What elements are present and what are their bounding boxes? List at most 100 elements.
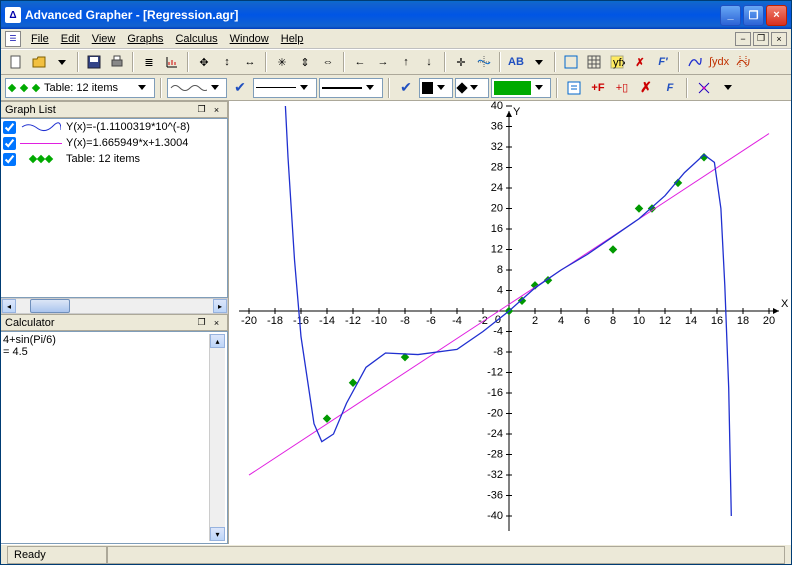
menu-help[interactable]: Help [275, 31, 310, 47]
checkmark-blue-icon[interactable]: ✔ [229, 77, 251, 99]
text-label-icon[interactable]: AB [505, 51, 527, 73]
list-item: Y(x)=1.665949*x+1.3004 [1, 135, 227, 151]
graph-list-hscroll[interactable]: ◂ ▸ [1, 298, 228, 314]
document-icon: ☰ [5, 31, 21, 47]
maximize-button[interactable]: ❐ [743, 5, 764, 26]
minimize-button[interactable]: _ [720, 5, 741, 26]
properties-icon[interactable] [563, 77, 585, 99]
graph-item-label: Table: 12 items [66, 153, 140, 165]
arrow-left-icon[interactable]: ← [349, 51, 371, 73]
function-yellow-icon[interactable]: yfx [606, 51, 628, 73]
zoom-center-icon[interactable]: ✳ [271, 51, 293, 73]
svg-text:-28: -28 [487, 449, 503, 461]
menu-edit[interactable]: Edit [55, 31, 86, 47]
svg-text:-16: -16 [487, 387, 503, 399]
svg-text:14: 14 [685, 315, 697, 327]
print-button[interactable] [106, 51, 128, 73]
menu-view[interactable]: View [86, 31, 122, 47]
dup-func-icon[interactable]: +▯ [611, 77, 633, 99]
scroll-up-icon[interactable]: ▴ [210, 334, 225, 348]
arrow-down-icon[interactable]: ↓ [418, 51, 440, 73]
marker-color-combo[interactable] [491, 78, 551, 98]
intersect-icon[interactable] [693, 77, 715, 99]
scroll-thumb[interactable] [30, 299, 70, 313]
graph-item-checkbox[interactable] [3, 121, 16, 134]
svg-text:Y: Y [513, 106, 521, 118]
axes-icon[interactable] [161, 51, 183, 73]
svg-text:-20: -20 [487, 408, 503, 420]
svg-text:2: 2 [532, 315, 538, 327]
save-button[interactable] [83, 51, 105, 73]
zoom-h-icon[interactable]: ⇔ [317, 51, 339, 73]
resize-h-icon[interactable]: ↔ [239, 51, 261, 73]
derivative-icon[interactable]: F′ [652, 51, 674, 73]
crosshair-icon[interactable]: ✛ [450, 51, 472, 73]
menu-calculus[interactable]: Calculus [169, 31, 223, 47]
window-title: Advanced Grapher - [Regression.agr] [25, 8, 720, 22]
line-style-combo[interactable] [167, 78, 227, 98]
marker-shape-combo[interactable] [419, 78, 453, 98]
intersect-dd-icon[interactable] [717, 77, 739, 99]
svg-text:-6: -6 [426, 315, 436, 327]
graph-list[interactable]: Y(x)=-(1.1100319*10^(-8) Y(x)=1.665949*x… [1, 118, 228, 298]
graph-item-label: Y(x)=-(1.1100319*10^(-8) [66, 121, 190, 133]
graph-list-close-button[interactable]: × [210, 103, 223, 116]
func-icon[interactable]: F [659, 77, 681, 99]
calculator-panel[interactable]: 4+sin(Pi/6) = 4.5 ▴ ▾ [1, 331, 228, 544]
sine-icon [170, 83, 207, 93]
calculator-restore-button[interactable]: ❐ [195, 316, 208, 329]
svg-text:-4: -4 [452, 315, 462, 327]
menu-window[interactable]: Window [224, 31, 275, 47]
crossout-icon[interactable]: ✗ [629, 51, 651, 73]
graph-select-combo[interactable]: Table: 12 items [5, 78, 155, 98]
scroll-left-icon[interactable]: ◂ [2, 299, 16, 313]
delete-icon[interactable]: ✗ [635, 77, 657, 99]
line-med-combo[interactable] [319, 78, 383, 98]
list-icon[interactable]: ≣ [138, 51, 160, 73]
line-thin-combo[interactable] [253, 78, 317, 98]
arrow-right-icon[interactable]: → [372, 51, 394, 73]
menu-graphs[interactable]: Graphs [121, 31, 169, 47]
graph-item-checkbox[interactable] [3, 153, 16, 166]
svg-text:10: 10 [633, 315, 645, 327]
analysis-icon[interactable] [732, 51, 754, 73]
svg-text:-12: -12 [487, 367, 503, 379]
integral-icon[interactable]: ∫ydx [707, 51, 731, 73]
zoom-v-icon[interactable]: ⇕ [294, 51, 316, 73]
checkmark2-icon[interactable]: ✔ [395, 77, 417, 99]
graph-list-restore-button[interactable]: ❐ [195, 103, 208, 116]
graph-item-checkbox[interactable] [3, 137, 16, 150]
status-pane [107, 546, 785, 564]
curve-blue-icon[interactable] [684, 51, 706, 73]
scroll-down-icon[interactable]: ▾ [210, 527, 225, 541]
plot-area[interactable]: XY-20-18-16-14-12-10-8-6-4-2246810121416… [229, 101, 791, 544]
new-button[interactable] [5, 51, 27, 73]
add-func-icon[interactable]: +F [587, 77, 609, 99]
calculator-result: = 4.5 [3, 346, 209, 358]
toolbar-main: ≣ ✥ ↕ ↔ ✳ ⇕ ⇔ ← → ↑ ↓ ✛ AB yfx ✗ F′ ∫ydx [1, 49, 791, 75]
arrow-up-icon[interactable]: ↑ [395, 51, 417, 73]
marker-rot-combo[interactable] [455, 78, 489, 98]
svg-text:-16: -16 [293, 315, 309, 327]
open-button[interactable] [28, 51, 50, 73]
calculator-input[interactable]: 4+sin(Pi/6) [3, 334, 209, 346]
text-dd-icon[interactable] [528, 51, 550, 73]
calculator-vscroll[interactable]: ▴ ▾ [209, 334, 225, 541]
resize-v-icon[interactable]: ↕ [216, 51, 238, 73]
grid-icon[interactable] [560, 51, 582, 73]
svg-text:16: 16 [491, 223, 503, 235]
move-icon[interactable]: ✥ [193, 51, 215, 73]
calculator-header: Calculator ❐ × [1, 314, 228, 331]
menu-file[interactable]: File [25, 31, 55, 47]
doc-restore-button[interactable]: ❐ [753, 32, 769, 46]
close-button[interactable]: × [766, 5, 787, 26]
doc-close-button[interactable]: × [771, 32, 787, 46]
scroll-right-icon[interactable]: ▸ [213, 299, 227, 313]
svg-text:-32: -32 [487, 469, 503, 481]
trace-icon[interactable] [473, 51, 495, 73]
calculator-close-button[interactable]: × [210, 316, 223, 329]
doc-minimize-button[interactable]: − [735, 32, 751, 46]
svg-text:8: 8 [610, 315, 616, 327]
open-dd-icon[interactable] [51, 51, 73, 73]
table-icon[interactable] [583, 51, 605, 73]
